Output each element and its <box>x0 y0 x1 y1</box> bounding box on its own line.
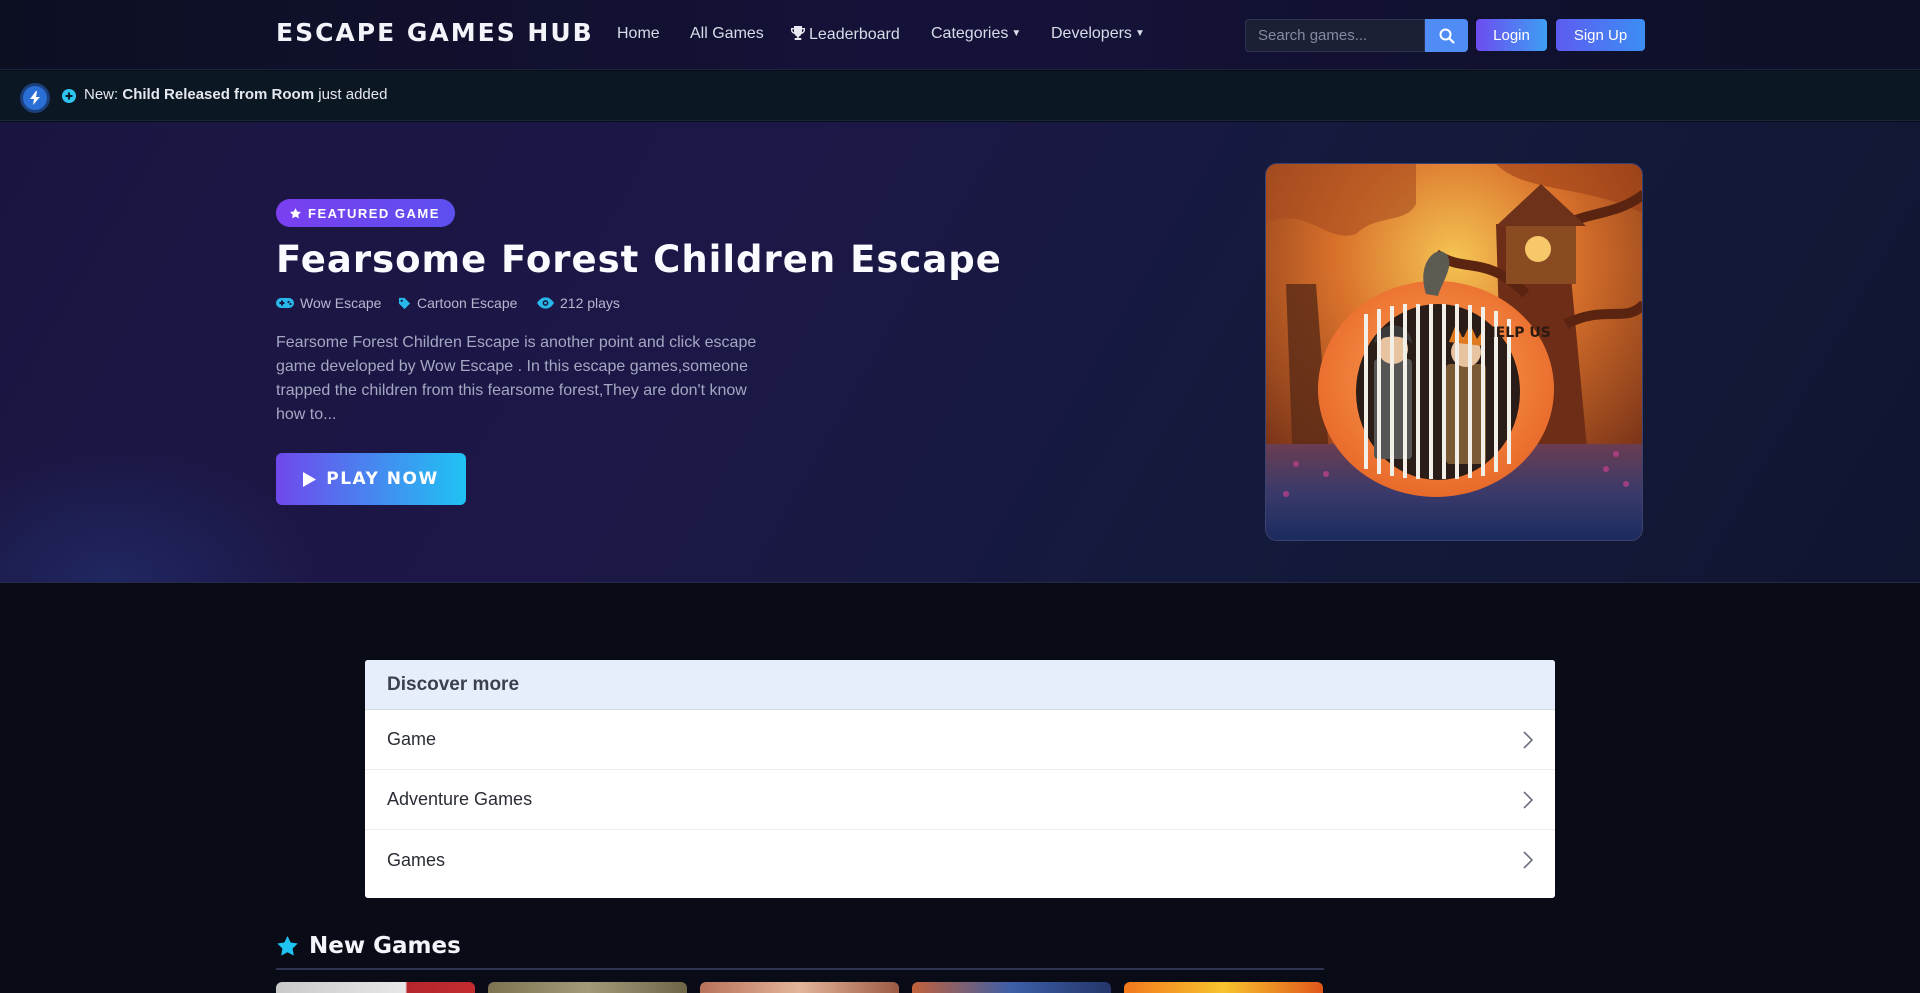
nav-categories-label: Categories <box>931 25 1009 42</box>
nav-all-games[interactable]: All Games <box>690 25 764 43</box>
section-divider <box>276 968 1324 970</box>
new-games-title: New Games <box>309 933 461 959</box>
game-artwork: HELP US <box>1266 164 1642 540</box>
ticker-message[interactable]: New: Child Released from Room just added <box>84 86 387 103</box>
site-logo[interactable]: ESCAPE GAMES HUB <box>276 18 594 47</box>
chevron-right-icon <box>1523 730 1533 749</box>
discover-item-label: Adventure Games <box>387 789 533 809</box>
login-button[interactable]: Login <box>1476 19 1547 51</box>
discover-item-games[interactable]: Games <box>365 830 1555 890</box>
caret-down-icon: ▼ <box>1134 28 1145 39</box>
nav-developers[interactable]: Developers ▼ <box>1051 25 1145 43</box>
developer-name: Wow Escape <box>300 295 382 311</box>
game-card-thumbnail[interactable] <box>700 982 899 993</box>
search-button[interactable] <box>1425 19 1468 52</box>
meta-developer[interactable]: Wow Escape <box>276 295 381 311</box>
ticker-game-name: Child Released from Room <box>122 86 315 103</box>
chevron-right-icon <box>1523 851 1533 869</box>
star-icon <box>277 935 298 956</box>
featured-game-title: Fearsome Forest Children Escape <box>276 238 1002 281</box>
featured-badge-label: FEATURED GAME <box>308 205 440 221</box>
featured-game-thumbnail[interactable]: HELP US <box>1265 163 1643 541</box>
discover-more-panel: Discover more Game Adventure Games Games <box>365 660 1555 898</box>
play-now-button[interactable]: PLAY NOW <box>276 453 466 505</box>
signup-button[interactable]: Sign Up <box>1556 19 1645 51</box>
meta-plays: 212 plays <box>537 295 620 311</box>
play-icon <box>303 471 317 487</box>
nav-categories[interactable]: Categories ▼ <box>931 25 1021 43</box>
game-card-thumbnail[interactable] <box>488 982 687 993</box>
nav-leaderboard-label: Leaderboard <box>809 26 900 43</box>
search-input[interactable] <box>1245 19 1425 52</box>
discover-item-adventure-games[interactable]: Adventure Games <box>365 770 1555 830</box>
star-icon <box>290 207 301 218</box>
discover-more-title: Discover more <box>365 660 1555 710</box>
featured-game-description: Fearsome Forest Children Escape is anoth… <box>276 334 757 423</box>
discover-item-label: Games <box>387 849 446 870</box>
eye-icon <box>537 297 554 309</box>
game-card-thumbnail[interactable] <box>1124 982 1323 993</box>
meta-category[interactable]: Cartoon Escape <box>398 295 517 311</box>
ticker-suffix: just added <box>318 86 388 103</box>
gamepad-icon <box>276 298 294 308</box>
discover-item-label: Game <box>387 729 437 749</box>
category-name: Cartoon Escape <box>417 295 518 311</box>
chevron-right-icon <box>1523 790 1533 809</box>
navbar: ESCAPE GAMES HUB Home All Games Leaderbo… <box>0 0 1920 70</box>
ticker-prefix: New: <box>84 86 119 103</box>
plus-circle-icon <box>62 89 76 103</box>
tag-icon <box>398 297 411 309</box>
new-games-heading: New Games <box>276 933 461 959</box>
nav-home[interactable]: Home <box>617 25 660 43</box>
nav-leaderboard[interactable]: Leaderboard <box>790 25 900 44</box>
trophy-icon <box>791 26 805 40</box>
lightning-icon <box>30 91 40 105</box>
discover-item-game[interactable]: Game <box>365 710 1555 770</box>
caret-down-icon: ▼ <box>1011 28 1022 39</box>
game-card-thumbnail[interactable] <box>912 982 1111 993</box>
featured-badge: FEATURED GAME <box>276 199 455 227</box>
search-icon <box>1439 28 1455 44</box>
game-card-thumbnail[interactable] <box>276 982 475 993</box>
lightning-badge <box>20 83 50 113</box>
nav-developers-label: Developers <box>1051 25 1132 42</box>
play-count: 212 plays <box>560 295 620 311</box>
play-now-label: PLAY NOW <box>326 469 439 489</box>
help-us-caption: HELP US <box>1484 325 1551 341</box>
